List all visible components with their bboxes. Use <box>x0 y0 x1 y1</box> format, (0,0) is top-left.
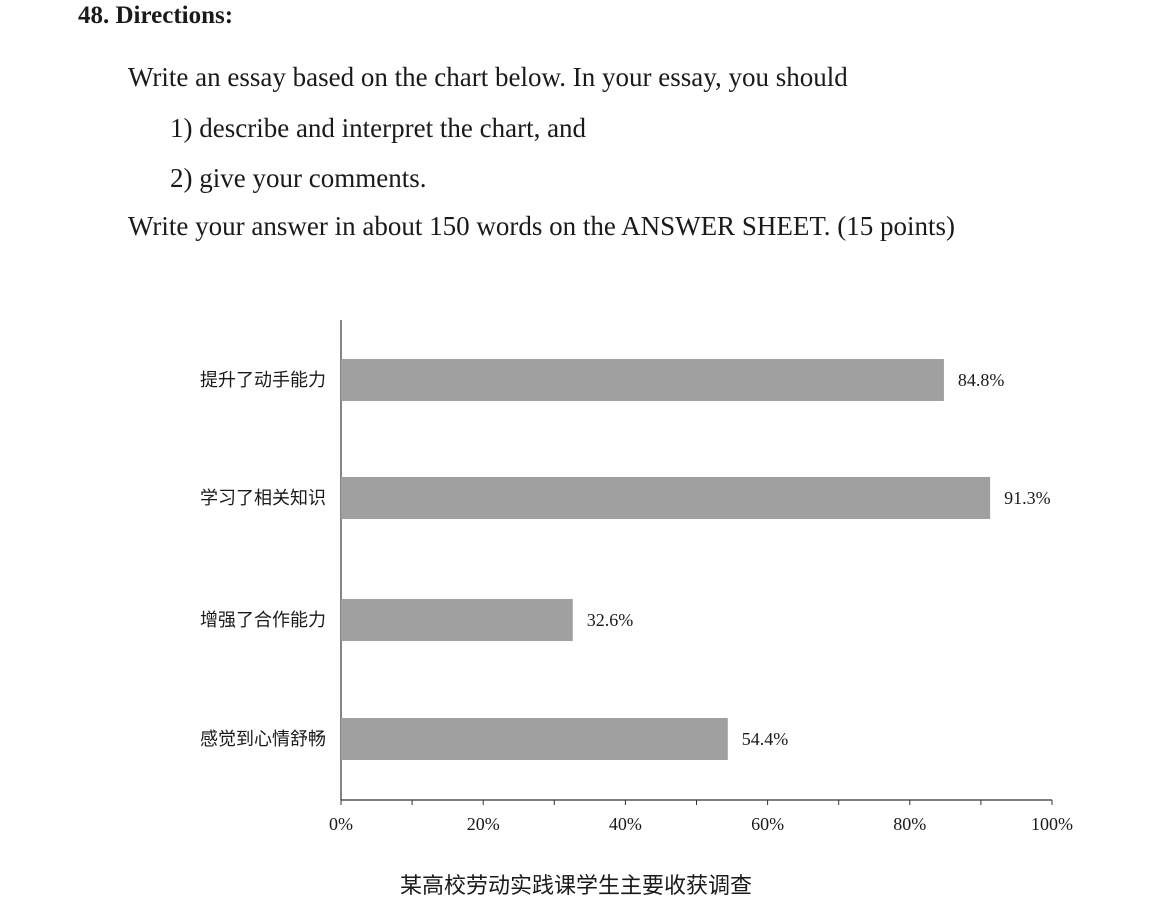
x-tick-label: 60% <box>751 814 784 834</box>
category-label: 学习了相关知识 <box>200 488 326 509</box>
value-label: 32.6% <box>587 610 634 630</box>
x-tick-label: 100% <box>1031 814 1073 834</box>
value-label: 54.4% <box>742 729 789 749</box>
bar-chart: 0% 20% 40% 60% 80% 100% 提升了动手能力 84.8% 学习了相关知识 91.… <box>200 320 1073 834</box>
value-label: 84.8% <box>958 370 1005 390</box>
x-tick-label: 80% <box>893 814 926 834</box>
chart-title: 某高校劳动实践课学生主要收获调查 <box>399 874 752 899</box>
bar <box>341 359 944 401</box>
category-label: 感觉到心情舒畅 <box>200 729 326 750</box>
bar <box>341 599 573 641</box>
bar <box>341 477 991 519</box>
chart-bars <box>341 359 991 760</box>
value-label: 91.3% <box>1004 488 1051 508</box>
chart-labels: 0% 20% 40% 60% 80% 100% 提升了动手能力 84.8% 学习了相关知识 91.… <box>200 370 1073 834</box>
bar <box>341 718 728 760</box>
x-tick-label: 20% <box>467 814 500 834</box>
x-tick-label: 40% <box>609 814 642 834</box>
category-label: 提升了动手能力 <box>200 370 326 391</box>
x-tick-label: 0% <box>329 814 353 834</box>
category-label: 增强了合作能力 <box>200 610 326 631</box>
